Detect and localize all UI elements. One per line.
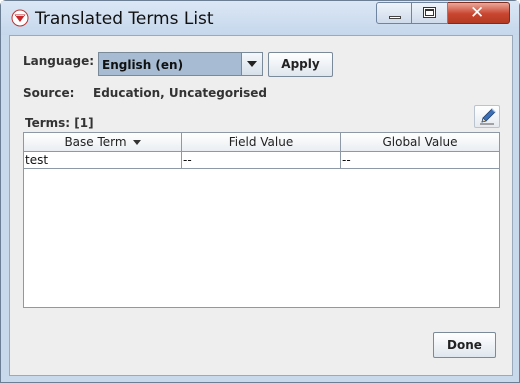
column-header-label: Global Value [382, 135, 458, 149]
column-header-global-value[interactable]: Global Value [341, 133, 499, 151]
terms-table: Base Term Field Value Global Value test … [23, 132, 500, 308]
terms-count-label: Terms: [1] [25, 116, 94, 130]
maximize-button[interactable] [412, 2, 448, 24]
minimize-icon [389, 16, 401, 19]
done-button[interactable]: Done [433, 332, 496, 358]
dialog-content: Language: English (en) Apply Source: Edu… [9, 35, 513, 376]
column-header-base-term[interactable]: Base Term [24, 133, 182, 151]
source-label: Source: [23, 86, 75, 100]
column-header-label: Base Term [64, 135, 127, 149]
dialog-window: Translated Terms List ✕ Language: Englis… [0, 0, 520, 383]
cell-base-term[interactable]: test [24, 152, 182, 168]
maximize-icon [423, 7, 436, 18]
cell-global-value[interactable]: -- [341, 152, 499, 168]
table-row[interactable]: test -- -- [24, 152, 499, 169]
source-value: Education, Uncategorised [93, 86, 268, 100]
pencil-icon [480, 108, 496, 125]
close-button[interactable]: ✕ [448, 2, 510, 24]
column-header-field-value[interactable]: Field Value [182, 133, 341, 151]
apply-button[interactable]: Apply [268, 52, 333, 77]
chevron-down-icon[interactable] [241, 53, 262, 75]
title-bar[interactable]: Translated Terms List ✕ [1, 1, 519, 35]
window-title: Translated Terms List [35, 9, 214, 29]
column-header-label: Field Value [228, 135, 294, 149]
cell-field-value[interactable]: -- [182, 152, 341, 168]
sort-descending-icon [132, 140, 141, 145]
red-funnel-icon [11, 9, 29, 27]
minimize-button[interactable] [376, 2, 412, 24]
language-selected-value: English (en) [102, 58, 184, 72]
language-label: Language: [23, 54, 95, 68]
close-icon: ✕ [470, 3, 485, 23]
table-header: Base Term Field Value Global Value [24, 133, 499, 152]
language-select[interactable]: English (en) [98, 52, 263, 76]
edit-term-button[interactable] [474, 105, 500, 128]
